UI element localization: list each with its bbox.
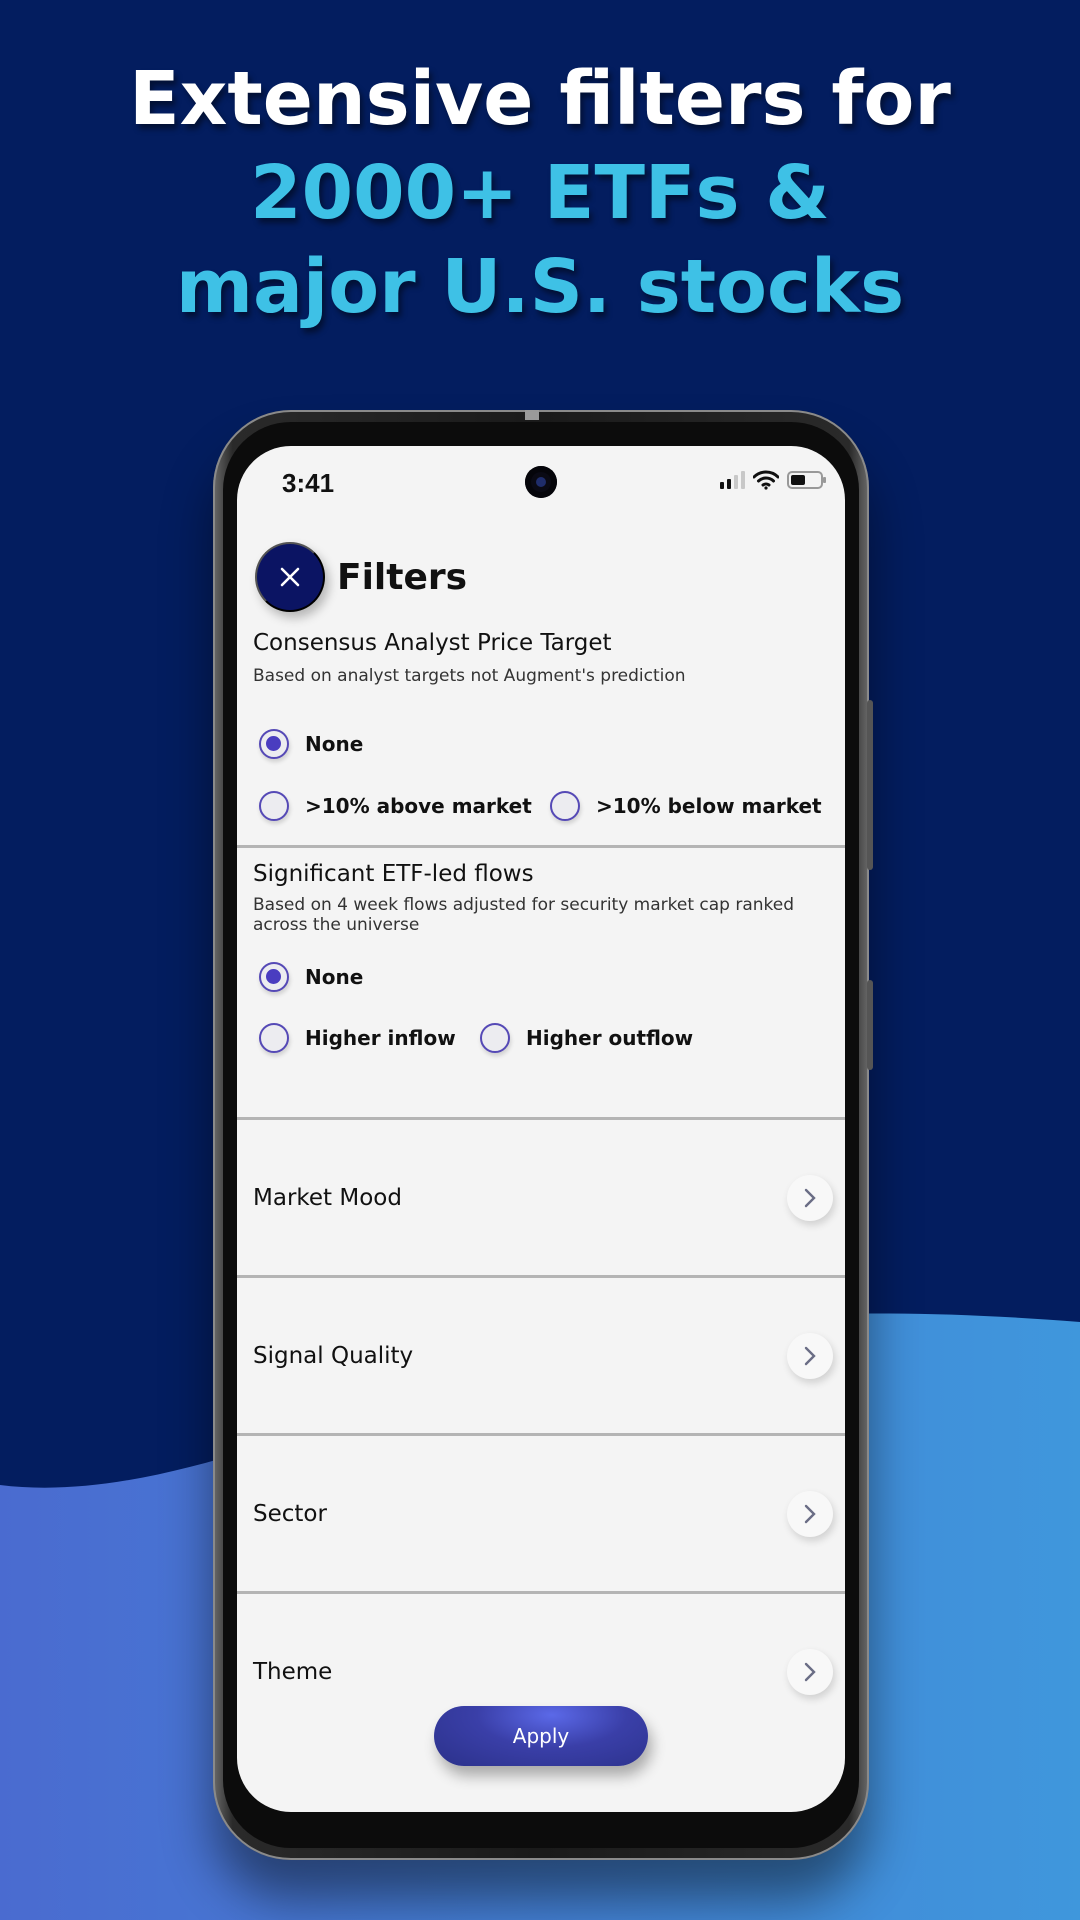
- section-subtitle: Based on analyst targets not Augment's p…: [253, 666, 686, 686]
- radio-option-higher-outflow[interactable]: Higher outflow: [480, 1023, 693, 1053]
- front-camera: [525, 466, 557, 498]
- radio-option-above-market[interactable]: >10% above market: [259, 791, 532, 821]
- radio-button[interactable]: [259, 1023, 289, 1053]
- radio-label: Higher outflow: [526, 1026, 694, 1050]
- section-title: Consensus Analyst Price Target: [253, 630, 612, 656]
- radio-option-none[interactable]: None: [259, 729, 363, 759]
- headline-line-2: 2000+ ETFs &: [250, 150, 830, 236]
- chevron-right-icon[interactable]: [787, 1332, 833, 1379]
- nav-item-label: Market Mood: [253, 1184, 402, 1211]
- nav-item-label: Signal Quality: [253, 1342, 414, 1369]
- nav-item-label: Sector: [253, 1500, 327, 1527]
- section-title: Significant ETF-led flows: [253, 861, 534, 887]
- nav-item-label: Theme: [253, 1658, 333, 1685]
- radio-button[interactable]: [259, 791, 289, 821]
- radio-option-below-market[interactable]: >10% below market: [550, 791, 822, 821]
- nav-item-signal-quality[interactable]: Signal Quality: [237, 1278, 845, 1433]
- radio-label: >10% above market: [305, 794, 532, 818]
- status-icons: [720, 470, 826, 490]
- chevron-right-icon[interactable]: [787, 1648, 833, 1695]
- section-divider: [237, 845, 845, 848]
- phone-power-button: [867, 980, 873, 1070]
- radio-option-higher-inflow[interactable]: Higher inflow: [259, 1023, 456, 1053]
- phone-frame: 3:41 Filters Consensus Analyst Price Tar…: [213, 410, 873, 1860]
- radio-option-none[interactable]: None: [259, 962, 363, 992]
- close-button[interactable]: [255, 542, 325, 612]
- radio-label: None: [305, 965, 364, 989]
- battery-icon: [787, 471, 826, 489]
- filters-header: Filters: [255, 542, 467, 612]
- filter-section-price-target: Consensus Analyst Price Target Based on …: [237, 630, 845, 686]
- nav-item-sector[interactable]: Sector: [237, 1436, 845, 1591]
- page-title: Filters: [337, 556, 468, 598]
- filter-section-etf-flows: Significant ETF-led flows Based on 4 wee…: [237, 861, 845, 935]
- phone-volume-button: [867, 700, 873, 870]
- radio-label: >10% below market: [596, 794, 822, 818]
- phone-bezel: 3:41 Filters Consensus Analyst Price Tar…: [223, 422, 859, 1848]
- close-icon: [280, 567, 300, 587]
- radio-label: None: [305, 732, 364, 756]
- promo-headline: Extensive filters for 2000+ ETFs & major…: [0, 52, 1080, 334]
- chevron-right-icon[interactable]: [787, 1490, 833, 1537]
- headline-line-1: Extensive filters for: [129, 56, 951, 142]
- radio-label: Higher inflow: [305, 1026, 456, 1050]
- apply-button[interactable]: Apply: [434, 1706, 648, 1766]
- status-time: 3:41: [282, 468, 335, 498]
- radio-button[interactable]: [480, 1023, 510, 1053]
- radio-button-checked[interactable]: [259, 962, 289, 992]
- app-screen: 3:41 Filters Consensus Analyst Price Tar…: [237, 446, 845, 1812]
- chevron-right-icon[interactable]: [787, 1174, 833, 1221]
- phone-top-sensor: [525, 410, 539, 420]
- nav-item-market-mood[interactable]: Market Mood: [237, 1120, 845, 1275]
- wifi-icon: [753, 470, 779, 490]
- status-bar: 3:41: [237, 446, 845, 518]
- radio-button-checked[interactable]: [259, 729, 289, 759]
- headline-line-3: major U.S. stocks: [175, 244, 905, 330]
- section-subtitle: Based on 4 week flows adjusted for secur…: [253, 895, 795, 935]
- signal-icon: [720, 471, 745, 489]
- radio-button[interactable]: [550, 791, 580, 821]
